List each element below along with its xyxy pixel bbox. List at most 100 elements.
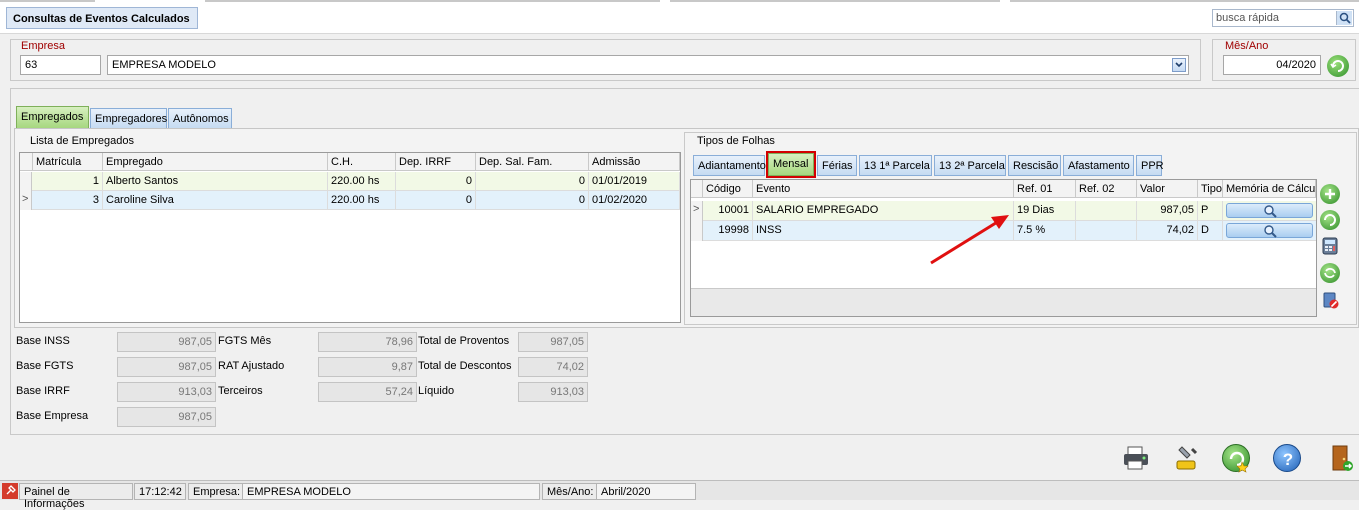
tab-adiantamento[interactable]: Adiantamento (693, 155, 766, 176)
refresh-icon[interactable] (1320, 263, 1340, 283)
status-time: 17:12:42 (134, 483, 186, 500)
memoria-calculo-button[interactable] (1226, 223, 1313, 238)
cell-ch: 220.00 hs (328, 172, 396, 191)
row-pointer-icon: > (691, 201, 703, 221)
liquido-label: Líquido (418, 385, 455, 397)
grid-footer (691, 288, 1316, 316)
top-divider (1010, 0, 1359, 2)
empresa-name-select[interactable]: EMPRESA MODELO (107, 55, 1189, 75)
cell-dep-irrf: 0 (396, 172, 476, 191)
cell-codigo: 19998 (703, 221, 753, 240)
add-icon[interactable] (1320, 184, 1340, 204)
refresh-star-icon[interactable] (1222, 444, 1250, 473)
cell-empregado: Caroline Silva (103, 191, 328, 210)
title-bar: Consultas de Eventos Calculados busca rá… (0, 0, 1359, 34)
tab-mensal[interactable]: Mensal (766, 151, 816, 178)
rat-label: RAT Ajustado (218, 360, 285, 372)
svg-text:?: ? (1283, 450, 1293, 469)
window-title[interactable]: Consultas de Eventos Calculados (6, 7, 198, 29)
col-dep-irrf[interactable]: Dep. IRRF (396, 153, 476, 171)
top-divider (670, 0, 1000, 2)
table-row[interactable]: 1 Alberto Santos 220.00 hs 0 0 01/01/201… (20, 172, 680, 191)
col-ch[interactable]: C.H. (328, 153, 396, 171)
cell-tipo: D (1198, 221, 1223, 240)
col-valor[interactable]: Valor (1137, 180, 1198, 198)
magnifier-icon (1264, 225, 1277, 238)
search-input[interactable]: busca rápida (1212, 9, 1354, 27)
table-row[interactable]: > 3 Caroline Silva 220.00 hs 0 0 01/02/2… (20, 191, 680, 210)
cell-ref-02 (1076, 201, 1137, 220)
col-dep-sal-fam[interactable]: Dep. Sal. Fam. (476, 153, 589, 171)
tab-ferias[interactable]: Férias (817, 155, 857, 176)
cell-valor: 987,05 (1137, 201, 1198, 220)
status-painel[interactable]: Painel de Informações (19, 483, 133, 510)
tab-autonomos[interactable]: Autônomos (168, 108, 232, 129)
cell-matricula: 1 (33, 172, 103, 191)
fgts-mes-label: FGTS Mês (218, 335, 272, 347)
memoria-calculo-button[interactable] (1226, 203, 1313, 218)
proventos-label: Total de Proventos (418, 335, 510, 347)
help-icon[interactable]: ? (1273, 444, 1301, 472)
cell-matricula: 3 (33, 191, 103, 210)
cell-valor: 74,02 (1137, 221, 1198, 240)
cell-dep-sal-fam: 0 (476, 172, 589, 191)
chevron-down-icon[interactable] (1172, 58, 1186, 72)
tab-empregadores[interactable]: Empregadores (90, 108, 167, 129)
base-inss-label: Base INSS (16, 335, 70, 347)
annotation-arrow-icon (930, 215, 1009, 265)
recalculate-icon[interactable] (1320, 210, 1340, 230)
col-ref-01[interactable]: Ref. 01 (1014, 180, 1076, 198)
col-evento[interactable]: Evento (753, 180, 1014, 198)
col-matricula[interactable]: Matrícula (33, 153, 103, 171)
periodo-label: Mês/Ano (1225, 40, 1269, 52)
col-codigo[interactable]: Código (703, 180, 753, 198)
refresh-icon[interactable] (1327, 55, 1349, 77)
cell-dep-sal-fam: 0 (476, 191, 589, 210)
rat-value: 9,87 (318, 357, 417, 377)
terceiros-label: Terceiros (218, 385, 263, 397)
delete-icon[interactable] (1320, 290, 1340, 310)
periodo-field[interactable]: 04/2020 (1223, 55, 1321, 75)
search-icon[interactable] (1336, 11, 1352, 25)
employees-title: Lista de Empregados (30, 135, 134, 147)
base-fgts-value: 987,05 (117, 357, 216, 377)
cell-codigo: 10001 (703, 201, 753, 220)
print-icon[interactable] (1121, 444, 1151, 472)
tab-rescisao[interactable]: Rescisão (1008, 155, 1061, 176)
cell-ref-01: 19 Dias (1014, 201, 1076, 220)
col-tipo[interactable]: Tipo (1198, 180, 1223, 198)
row-indicator (691, 221, 703, 241)
cell-ref-02 (1076, 221, 1137, 240)
folhas-title: Tipos de Folhas (697, 135, 775, 147)
descontos-value: 74,02 (518, 357, 588, 377)
base-fgts-label: Base FGTS (16, 360, 74, 372)
tools-icon[interactable] (1172, 443, 1202, 473)
cell-dep-irrf: 0 (396, 191, 476, 210)
tab-13-1-parcela[interactable]: 13 1ª Parcela (859, 155, 932, 176)
empresa-code-field[interactable]: 63 (20, 55, 101, 75)
status-bar: Painel de Informações 17:12:42 Empresa: … (0, 480, 1359, 510)
col-ref-02[interactable]: Ref. 02 (1076, 180, 1137, 198)
col-memoria[interactable]: Memória de Cálcul (1223, 180, 1316, 198)
magnifier-icon (1264, 205, 1277, 218)
tab-empregados[interactable]: Empregados (16, 106, 89, 129)
tab-13-2-parcela[interactable]: 13 2ª Parcela (934, 155, 1006, 176)
employees-grid[interactable]: Matrícula Empregado C.H. Dep. IRRF Dep. … (19, 152, 681, 323)
descontos-label: Total de Descontos (418, 360, 512, 372)
pin-icon[interactable] (2, 483, 18, 499)
cell-ch: 220.00 hs (328, 191, 396, 210)
tab-ppr[interactable]: PPR (1136, 155, 1164, 176)
row-pointer-icon: > (20, 191, 32, 210)
empresa-name-value: EMPRESA MODELO (112, 59, 216, 71)
grid-corner (20, 153, 33, 171)
tab-afastamento[interactable]: Afastamento (1063, 155, 1134, 176)
base-irrf-label: Base IRRF (16, 385, 70, 397)
status-empresa-value: EMPRESA MODELO (242, 483, 540, 500)
proventos-value: 987,05 (518, 332, 588, 352)
col-admissao[interactable]: Admissão (589, 153, 680, 171)
status-mes-value: Abril/2020 (596, 483, 696, 500)
calculator-icon[interactable] (1320, 236, 1340, 256)
exit-icon[interactable] (1327, 443, 1355, 473)
col-empregado[interactable]: Empregado (103, 153, 328, 171)
fgts-mes-value: 78,96 (318, 332, 417, 352)
